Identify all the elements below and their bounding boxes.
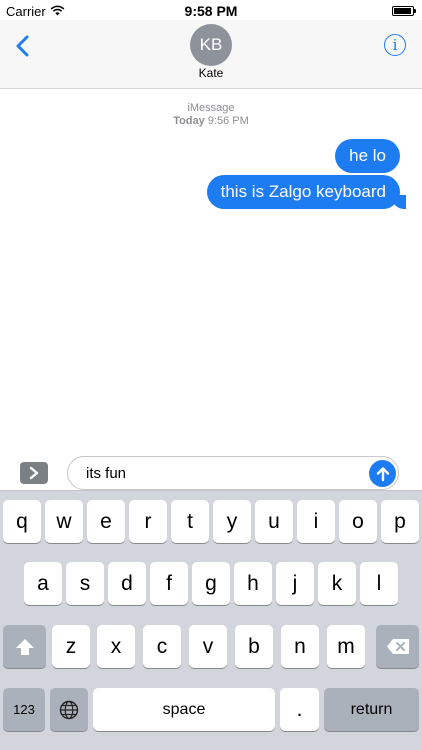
key-o[interactable]: o xyxy=(339,500,377,543)
period-key[interactable]: . xyxy=(280,688,319,731)
arrow-up-icon xyxy=(376,466,389,481)
key-v[interactable]: v xyxy=(189,625,227,668)
key-a[interactable]: a xyxy=(24,562,62,605)
key-r[interactable]: r xyxy=(129,500,167,543)
timestamp-time: 9:56 PM xyxy=(207,115,249,127)
keyboard: q w e r t y u i o p a s d f g h j k l z … xyxy=(0,490,422,750)
key-c[interactable]: c xyxy=(143,625,181,668)
service-label: iMessage xyxy=(187,102,235,114)
battery-icon xyxy=(392,6,416,16)
key-m[interactable]: m xyxy=(327,625,365,668)
delete-key[interactable] xyxy=(376,625,419,668)
globe-icon xyxy=(59,700,79,719)
key-x[interactable]: x xyxy=(97,625,135,668)
send-button[interactable] xyxy=(369,460,396,487)
shift-key[interactable] xyxy=(3,625,46,668)
key-d[interactable]: d xyxy=(108,562,146,605)
key-b[interactable]: b xyxy=(235,625,273,668)
apps-button[interactable] xyxy=(20,462,48,484)
key-h[interactable]: h xyxy=(234,562,272,605)
back-button[interactable] xyxy=(10,32,34,60)
delete-icon xyxy=(386,639,409,654)
message-timestamp: Today 9:56 PM xyxy=(0,115,422,127)
key-u[interactable]: u xyxy=(255,500,293,543)
key-q[interactable]: q xyxy=(3,500,41,543)
key-w[interactable]: w xyxy=(45,500,83,543)
info-button[interactable]: i xyxy=(384,34,406,56)
contact-avatar[interactable]: KB xyxy=(190,24,232,66)
key-f[interactable]: f xyxy=(150,562,188,605)
key-l[interactable]: l xyxy=(360,562,398,605)
message-bubble[interactable]: this is Zalgo keyboard ͓͙͕͓͙͕͓͙͕͓͙͕͓͙͕͓͙ xyxy=(206,175,407,209)
message-bubble[interactable]: he lo ͓͙͕͓͙͕ xyxy=(335,139,400,173)
key-p[interactable]: p xyxy=(381,500,419,543)
status-bar: Carrier 9:58 PM xyxy=(0,0,422,22)
timestamp-day: Today xyxy=(173,115,205,127)
key-k[interactable]: k xyxy=(318,562,356,605)
info-icon: i xyxy=(392,36,398,54)
space-key[interactable]: space xyxy=(93,688,275,731)
message-input-bar xyxy=(0,452,422,490)
zalgo-marks: ͓͙͕͓͙͕ xyxy=(341,165,344,171)
message-input[interactable] xyxy=(67,456,399,490)
key-s[interactable]: s xyxy=(66,562,104,605)
chevron-right-icon xyxy=(29,466,39,480)
message-text: he lo xyxy=(349,146,386,165)
avatar-initials: KB xyxy=(199,35,223,54)
numbers-key[interactable]: 123 xyxy=(3,688,45,731)
key-y[interactable]: y xyxy=(213,500,251,543)
contact-name[interactable]: Kate xyxy=(0,66,422,80)
key-n[interactable]: n xyxy=(281,625,319,668)
shift-icon xyxy=(15,638,34,655)
message-text: this is Zalgo keyboard xyxy=(220,182,386,201)
battery-level xyxy=(394,8,412,14)
key-e[interactable]: e xyxy=(87,500,125,543)
status-time: 9:58 PM xyxy=(184,3,238,19)
return-key[interactable]: return xyxy=(324,688,419,731)
key-z[interactable]: z xyxy=(52,625,90,668)
chevron-left-icon xyxy=(16,35,29,57)
key-t[interactable]: t xyxy=(171,500,209,543)
key-g[interactable]: g xyxy=(192,562,230,605)
conversation-header: KB Kate i xyxy=(0,20,422,89)
key-j[interactable]: j xyxy=(276,562,314,605)
globe-key[interactable] xyxy=(50,688,88,731)
zalgo-marks: ͓͙͕͓͙͕͓͙͕͓͙͕͓͙͕͓͙ xyxy=(212,201,215,207)
key-i[interactable]: i xyxy=(297,500,335,543)
